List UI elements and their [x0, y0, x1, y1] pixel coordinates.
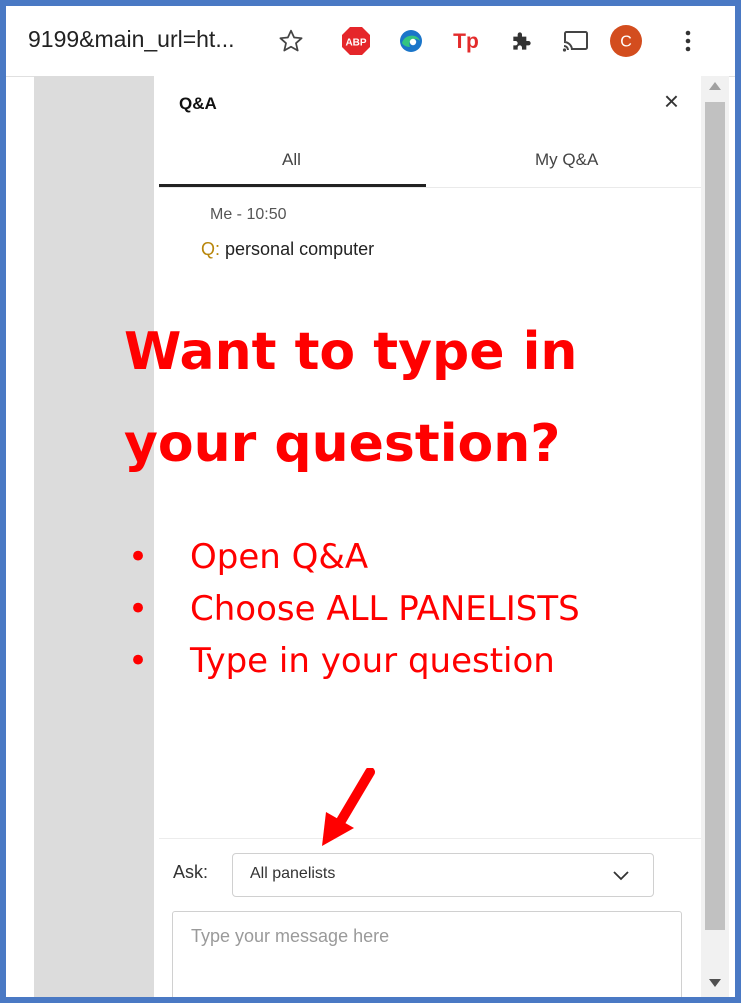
- instruction-list: Open Q&A Choose ALL PANELISTS Type in yo…: [124, 531, 580, 687]
- instruction-item: Open Q&A: [124, 531, 580, 583]
- tp-label: Tp: [453, 30, 479, 53]
- active-tab-indicator: [159, 184, 426, 187]
- avatar-letter: C: [620, 34, 632, 51]
- chevron-down-icon: [613, 868, 629, 886]
- scrollbar-thumb[interactable]: [705, 102, 725, 930]
- edge-icon[interactable]: [394, 24, 428, 58]
- avatar[interactable]: C: [609, 24, 643, 58]
- adblock-label: ABP: [345, 38, 366, 49]
- panel-title: Q&A: [179, 94, 217, 113]
- ask-label: Ask:: [173, 862, 209, 882]
- adblock-icon[interactable]: ABP: [339, 24, 373, 58]
- screenshot-frame: 9199&main_url=ht... ABP Tp C Q&A × All M…: [6, 6, 735, 997]
- ask-selected-value: All panelists: [250, 865, 336, 882]
- menu-icon[interactable]: [671, 24, 705, 58]
- address-bar-url[interactable]: 9199&main_url=ht...: [28, 26, 235, 53]
- instruction-item: Type in your question: [124, 635, 580, 687]
- tab-divider: [159, 187, 701, 188]
- scroll-down-arrow-icon[interactable]: [709, 979, 721, 987]
- message-input[interactable]: Type your message here: [172, 911, 682, 997]
- overlay-title-line-2: your question?: [124, 414, 561, 474]
- tp-icon[interactable]: Tp: [449, 24, 483, 58]
- browser-toolbar: 9199&main_url=ht... ABP Tp C: [6, 6, 735, 77]
- message-meta: Me - 10:50: [210, 206, 287, 223]
- ask-recipient-select[interactable]: All panelists: [232, 853, 654, 897]
- close-icon[interactable]: ×: [664, 88, 679, 114]
- ask-divider: [159, 838, 701, 839]
- tab-my-qa[interactable]: My Q&A: [535, 150, 598, 170]
- overlay-title: Want to type in your question?: [124, 306, 577, 490]
- question-prefix: Q:: [201, 239, 221, 259]
- scroll-up-arrow-icon[interactable]: [709, 82, 721, 90]
- question-text: Q: personal computer: [201, 239, 374, 260]
- instruction-item: Choose ALL PANELISTS: [124, 583, 580, 635]
- puzzle-icon[interactable]: [505, 24, 539, 58]
- cast-icon[interactable]: [559, 24, 593, 58]
- tab-all[interactable]: All: [282, 150, 301, 170]
- question-body: personal computer: [225, 239, 375, 259]
- scrollbar[interactable]: [701, 76, 729, 997]
- overlay-title-line-1: Want to type in: [124, 322, 578, 382]
- red-arrow-icon: [318, 767, 378, 853]
- message-placeholder: Type your message here: [191, 926, 390, 946]
- star-icon[interactable]: [274, 24, 308, 58]
